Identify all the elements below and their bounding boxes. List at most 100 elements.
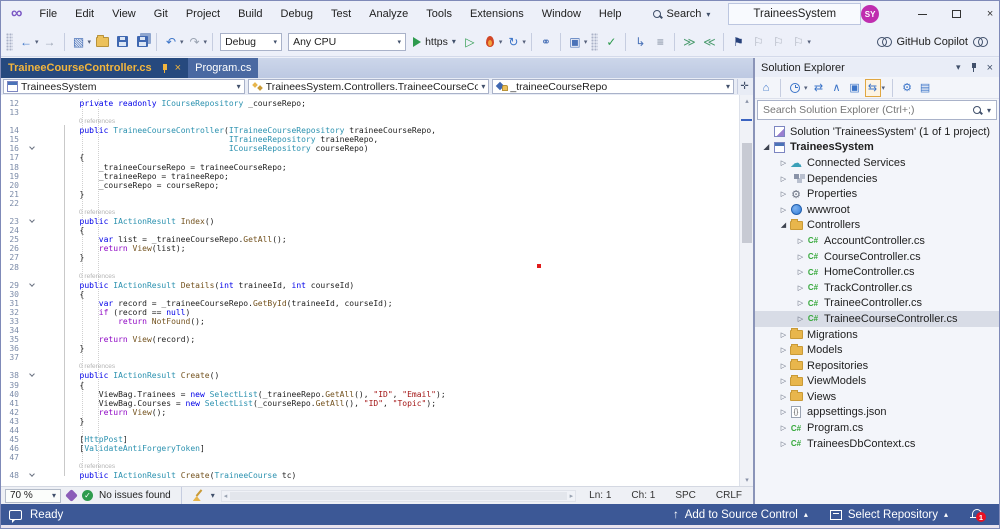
tree-item-traineecoursecontroller-cs[interactable]: ▷ C# TraineeCourseController.cs: [755, 311, 999, 327]
fold-chevron-icon[interactable]: [29, 280, 35, 287]
horizontal-scrollbar[interactable]: ◂ ▸: [220, 489, 577, 502]
add-to-source-control-button[interactable]: ↑ Add to Source Control ▴: [673, 509, 808, 521]
code-line[interactable]: 27 }: [1, 253, 739, 262]
code-line[interactable]: 44: [1, 426, 739, 435]
code-line[interactable]: 23 public IActionResult Index(): [1, 217, 739, 226]
expand-icon[interactable]: ▷: [795, 253, 806, 261]
pin-icon[interactable]: [160, 63, 169, 73]
save-icon[interactable]: [113, 32, 131, 52]
code-line[interactable]: 14 public TraineeCourseController(ITrain…: [1, 126, 739, 135]
close-icon[interactable]: ×: [175, 62, 181, 74]
nav-forward-icon[interactable]: →: [41, 32, 59, 52]
scroll-left-icon[interactable]: ◂: [224, 492, 228, 500]
show-all-files-icon[interactable]: ▤: [917, 79, 933, 97]
debug-config-select[interactable]: Debug ▾: [220, 32, 283, 51]
view-code-icon[interactable]: ↳: [631, 32, 649, 52]
collapse-icon[interactable]: ◢: [778, 221, 789, 229]
codelens-references[interactable]: 0 references: [41, 462, 115, 471]
preview-selected-icon[interactable]: ▣: [847, 79, 863, 97]
tree-item-models[interactable]: ▷ Models: [755, 342, 999, 358]
spaces-indicator[interactable]: SPC: [668, 490, 703, 501]
tree-item-traineecontroller-cs[interactable]: ▷ C# TraineeController.cs: [755, 296, 999, 312]
expand-icon[interactable]: ▷: [778, 408, 789, 416]
feedback-icon[interactable]: [9, 509, 22, 523]
expand-icon[interactable]: ▷: [778, 393, 789, 401]
project-dropdown[interactable]: TraineesSystem ▾: [3, 79, 245, 94]
redo-icon[interactable]: ↷: [186, 32, 204, 52]
tree-item-migrations[interactable]: ▷ Migrations: [755, 327, 999, 343]
expand-icon[interactable]: ▷: [778, 206, 789, 214]
collapse-icon[interactable]: ◢: [761, 143, 772, 151]
scroll-up-icon[interactable]: ▴: [740, 95, 753, 107]
start-without-debugging-icon[interactable]: ▷: [461, 32, 479, 52]
tree-item-properties[interactable]: ▷ ⚙ Properties: [755, 186, 999, 202]
tree-item-trackcontroller-cs[interactable]: ▷ C# TrackController.cs: [755, 280, 999, 296]
code-line[interactable]: 39 {: [1, 381, 739, 390]
menu-build[interactable]: Build: [229, 1, 271, 27]
split-window-button[interactable]: ✛: [737, 79, 751, 94]
new-project-icon[interactable]: ▧: [70, 32, 88, 52]
prev-bookmark-icon[interactable]: ⚐: [749, 32, 767, 52]
menu-project[interactable]: Project: [177, 1, 229, 27]
tree-item-views[interactable]: ▷ Views: [755, 389, 999, 405]
code-line[interactable]: 13: [1, 108, 739, 117]
avatar[interactable]: SY: [861, 5, 880, 23]
codelens-references[interactable]: 0 references: [41, 117, 115, 126]
start-debugging-button[interactable]: https ▾: [409, 36, 460, 48]
tree-item-program-cs[interactable]: ▷ C# Program.cs: [755, 420, 999, 436]
code-line[interactable]: 12 private readonly ICourseRepository _c…: [1, 99, 739, 108]
maximize-button[interactable]: [939, 1, 973, 27]
menu-window[interactable]: Window: [533, 1, 590, 27]
code-line[interactable]: 16 ICourseRepository courseRepo): [1, 144, 739, 153]
hot-reload-icon[interactable]: [481, 32, 499, 52]
chevron-down-icon[interactable]: ▾: [882, 84, 886, 92]
expand-icon[interactable]: ▷: [795, 268, 806, 276]
code-line[interactable]: 40 ViewBag.Trainees = new SelectList(_tr…: [1, 390, 739, 399]
code-line[interactable]: 32 if (record == null): [1, 308, 739, 317]
chevron-down-icon[interactable]: ▾: [584, 38, 588, 46]
tree-item-repositories[interactable]: ▷ Repositories: [755, 358, 999, 374]
code-cleanup-icon[interactable]: [192, 489, 205, 502]
code-editor[interactable]: 12 private readonly ICourseRepository _c…: [1, 95, 753, 486]
collapse-all-icon[interactable]: ∧: [829, 79, 845, 97]
fold-chevron-icon[interactable]: [29, 471, 35, 478]
code-line[interactable]: 43 }: [1, 417, 739, 426]
code-line[interactable]: 26 return View(list);: [1, 244, 739, 253]
code-line[interactable]: 30 {: [1, 290, 739, 299]
tab-program-cs[interactable]: Program.cs: [188, 58, 259, 78]
solution-search-input[interactable]: Search Solution Explorer (Ctrl+;) ▾: [757, 100, 997, 120]
code-line[interactable]: 29 public IActionResult Details(int trai…: [1, 281, 739, 290]
save-all-icon[interactable]: [133, 32, 151, 52]
tree-item-coursecontroller-cs[interactable]: ▷ C# CourseController.cs: [755, 249, 999, 265]
expand-icon[interactable]: ▷: [795, 284, 806, 292]
search-button[interactable]: Search ▾: [643, 8, 721, 20]
scrollbar-thumb[interactable]: [742, 143, 752, 243]
document-health-icon[interactable]: [65, 489, 78, 502]
line-ending-indicator[interactable]: CRLF: [709, 490, 749, 501]
nav-back-icon[interactable]: ←: [17, 32, 35, 52]
decrease-indent-icon[interactable]: ≪: [700, 32, 718, 52]
clear-bookmarks-icon[interactable]: ⚐: [789, 32, 807, 52]
menu-debug[interactable]: Debug: [272, 1, 322, 27]
undo-icon[interactable]: ↶: [162, 32, 180, 52]
code-line[interactable]: 21 }: [1, 190, 739, 199]
tree-item-viewmodels[interactable]: ▷ ViewModels: [755, 374, 999, 390]
scroll-down-icon[interactable]: ▾: [740, 474, 753, 486]
menu-extensions[interactable]: Extensions: [461, 1, 533, 27]
menu-file[interactable]: File: [30, 1, 66, 27]
pin-icon[interactable]: [970, 63, 978, 72]
chevron-down-icon[interactable]: ▾: [204, 38, 208, 46]
close-icon[interactable]: ×: [987, 62, 993, 74]
expand-icon[interactable]: ▷: [778, 331, 789, 339]
menu-test[interactable]: Test: [322, 1, 360, 27]
codelens-references[interactable]: 0 references: [41, 208, 115, 217]
code-line[interactable]: 31 var record = _traineeCourseRepo.GetBy…: [1, 299, 739, 308]
tree-item-controllers[interactable]: ◢ Controllers: [755, 218, 999, 234]
zoom-select[interactable]: 70 % ▾: [5, 488, 61, 503]
tree-item-appsettings-json[interactable]: ▷{} appsettings.json: [755, 405, 999, 421]
toolbar-grip[interactable]: [6, 32, 13, 51]
codelens-references[interactable]: 0 references: [41, 272, 115, 281]
code-line[interactable]: 33 return NotFound();: [1, 317, 739, 326]
chevron-down-icon[interactable]: ▾: [180, 38, 184, 46]
tree-item-connected-services[interactable]: ▷ ☁ Connected Services: [755, 155, 999, 171]
